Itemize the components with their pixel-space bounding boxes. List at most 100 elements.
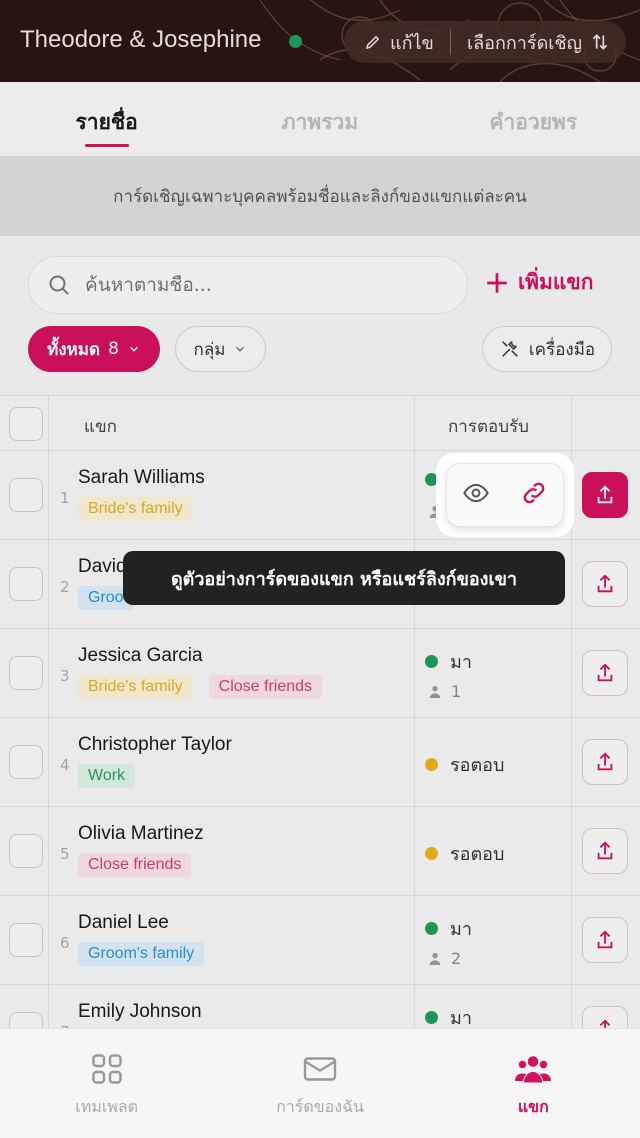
share-button[interactable] <box>582 561 628 607</box>
share-icon <box>597 930 613 949</box>
row-number: 3 <box>60 667 70 685</box>
filter-group-chip[interactable]: กลุ่ม <box>175 326 266 372</box>
share-icon <box>597 752 613 771</box>
row-number: 6 <box>60 934 70 952</box>
tab-overview[interactable]: ภาพรวม <box>213 82 426 156</box>
status-dot <box>425 655 438 668</box>
search-input[interactable] <box>85 274 425 296</box>
row-number: 2 <box>60 578 70 596</box>
tab-label: คำอวยพร <box>489 110 578 134</box>
column-header-guest: แขก <box>84 417 117 437</box>
tab-guest-list[interactable]: รายชื่อ <box>0 82 213 156</box>
person-icon <box>429 685 441 698</box>
tag: Work <box>78 764 136 788</box>
edit-button[interactable]: แก้ไข <box>344 28 450 57</box>
status-dot <box>425 847 438 860</box>
status-label: มา <box>450 652 472 673</box>
share-button[interactable] <box>582 739 628 785</box>
filter-all-label: ทั้งหมด <box>47 339 101 360</box>
add-guest-label: เพิ่มแขก <box>518 270 594 294</box>
share-button[interactable] <box>582 472 628 518</box>
table-row[interactable]: 4 Christopher Taylor Work รอตอบ <box>0 718 640 807</box>
guest-name: Jessica Garcia <box>78 645 203 666</box>
row-number: 4 <box>60 756 70 774</box>
status-dot <box>425 758 438 771</box>
table-row[interactable]: 6 Daniel Lee Groom's family มา 2 <box>0 896 640 985</box>
rsvp-status: รอตอบ <box>425 839 504 868</box>
search-box[interactable] <box>28 256 468 314</box>
nav-my-cards[interactable]: การ์ดของฉัน <box>213 1029 426 1138</box>
guest-count: 1 <box>427 682 461 701</box>
column-header-rsvp: การตอบรับ <box>448 417 529 437</box>
select-all-checkbox[interactable] <box>9 407 43 441</box>
guest-name: Daniel Lee <box>78 912 169 933</box>
status-label: รอตอบ <box>450 755 505 776</box>
column-divider <box>571 396 572 450</box>
copy-link-button[interactable] <box>520 479 548 511</box>
column-divider <box>571 540 572 628</box>
filter-all-chip[interactable]: ทั้งหมด 8 <box>28 326 160 372</box>
tools-icon <box>501 341 518 357</box>
nav-label: การ์ดของฉัน <box>276 1097 364 1116</box>
tag: Bride's family <box>78 675 193 699</box>
column-divider <box>48 629 49 717</box>
column-divider <box>414 396 415 450</box>
row-checkbox[interactable] <box>9 567 43 601</box>
table-row[interactable]: 3 Jessica Garcia Bride's family Close fr… <box>0 629 640 718</box>
tag: Close friends <box>208 675 323 699</box>
guest-count-value: 2 <box>451 949 462 968</box>
share-icon <box>597 485 613 504</box>
row-checkbox[interactable] <box>9 834 43 868</box>
column-divider <box>48 540 49 628</box>
share-icon <box>597 663 613 682</box>
tools-button[interactable]: เครื่องมือ <box>482 326 612 372</box>
tab-label: ภาพรวม <box>281 110 359 134</box>
table-header: แขก การตอบรับ <box>0 395 640 451</box>
guest-count: 2 <box>427 949 461 968</box>
guest-name: Christopher Taylor <box>78 734 232 755</box>
row-number: 1 <box>60 489 70 507</box>
pencil-icon <box>365 35 380 50</box>
choose-card-button[interactable]: เลือกการ์ดเชิญ <box>451 28 610 57</box>
row-checkbox[interactable] <box>9 745 43 779</box>
status-label: มา <box>450 919 472 940</box>
tag: Groom's family <box>78 942 205 966</box>
envelope-icon <box>303 1057 337 1081</box>
tag: Bride's family <box>78 497 193 521</box>
preview-button[interactable] <box>462 479 490 511</box>
column-divider <box>48 396 49 450</box>
column-divider <box>48 896 49 984</box>
column-divider <box>414 451 415 539</box>
row-checkbox[interactable] <box>9 478 43 512</box>
guest-count-value: 1 <box>451 682 462 701</box>
info-banner: การ์ดเชิญเฉพาะบุคคลพร้อมชื่อและลิงก์ของแ… <box>0 156 640 236</box>
rsvp-status: มา <box>425 914 472 943</box>
share-button[interactable] <box>582 650 628 696</box>
add-guest-button[interactable]: เพิ่มแขก <box>484 266 593 299</box>
column-divider <box>414 629 415 717</box>
rsvp-status: รอตอบ <box>425 750 504 779</box>
chevron-down-icon <box>129 346 138 352</box>
table-row[interactable]: 5 Olivia Martinez Close friends รอตอบ <box>0 807 640 896</box>
share-button[interactable] <box>582 828 628 874</box>
column-divider <box>48 718 49 806</box>
filter-all-count: 8 <box>108 339 119 359</box>
share-button[interactable] <box>582 917 628 963</box>
tools-label: เครื่องมือ <box>528 339 596 360</box>
column-divider <box>571 629 572 717</box>
row-checkbox[interactable] <box>9 656 43 690</box>
row-checkbox[interactable] <box>9 923 43 957</box>
plus-icon <box>487 272 507 293</box>
nav-guests[interactable]: แขก <box>427 1029 640 1138</box>
tag: Close friends <box>78 853 192 877</box>
guest-tags: Close friends <box>78 853 192 877</box>
eye-icon <box>463 483 489 503</box>
tab-wishes[interactable]: คำอวยพร <box>427 82 640 156</box>
highlight-spot <box>436 453 574 537</box>
column-divider <box>571 896 572 984</box>
guest-name: Sarah Williams <box>78 467 205 488</box>
nav-templates[interactable]: เทมเพลต <box>0 1029 213 1138</box>
column-divider <box>414 807 415 895</box>
app-header: Theodore & Josephine แก้ไข เลือกการ์ดเชิ… <box>0 0 640 82</box>
share-icon <box>597 841 613 860</box>
